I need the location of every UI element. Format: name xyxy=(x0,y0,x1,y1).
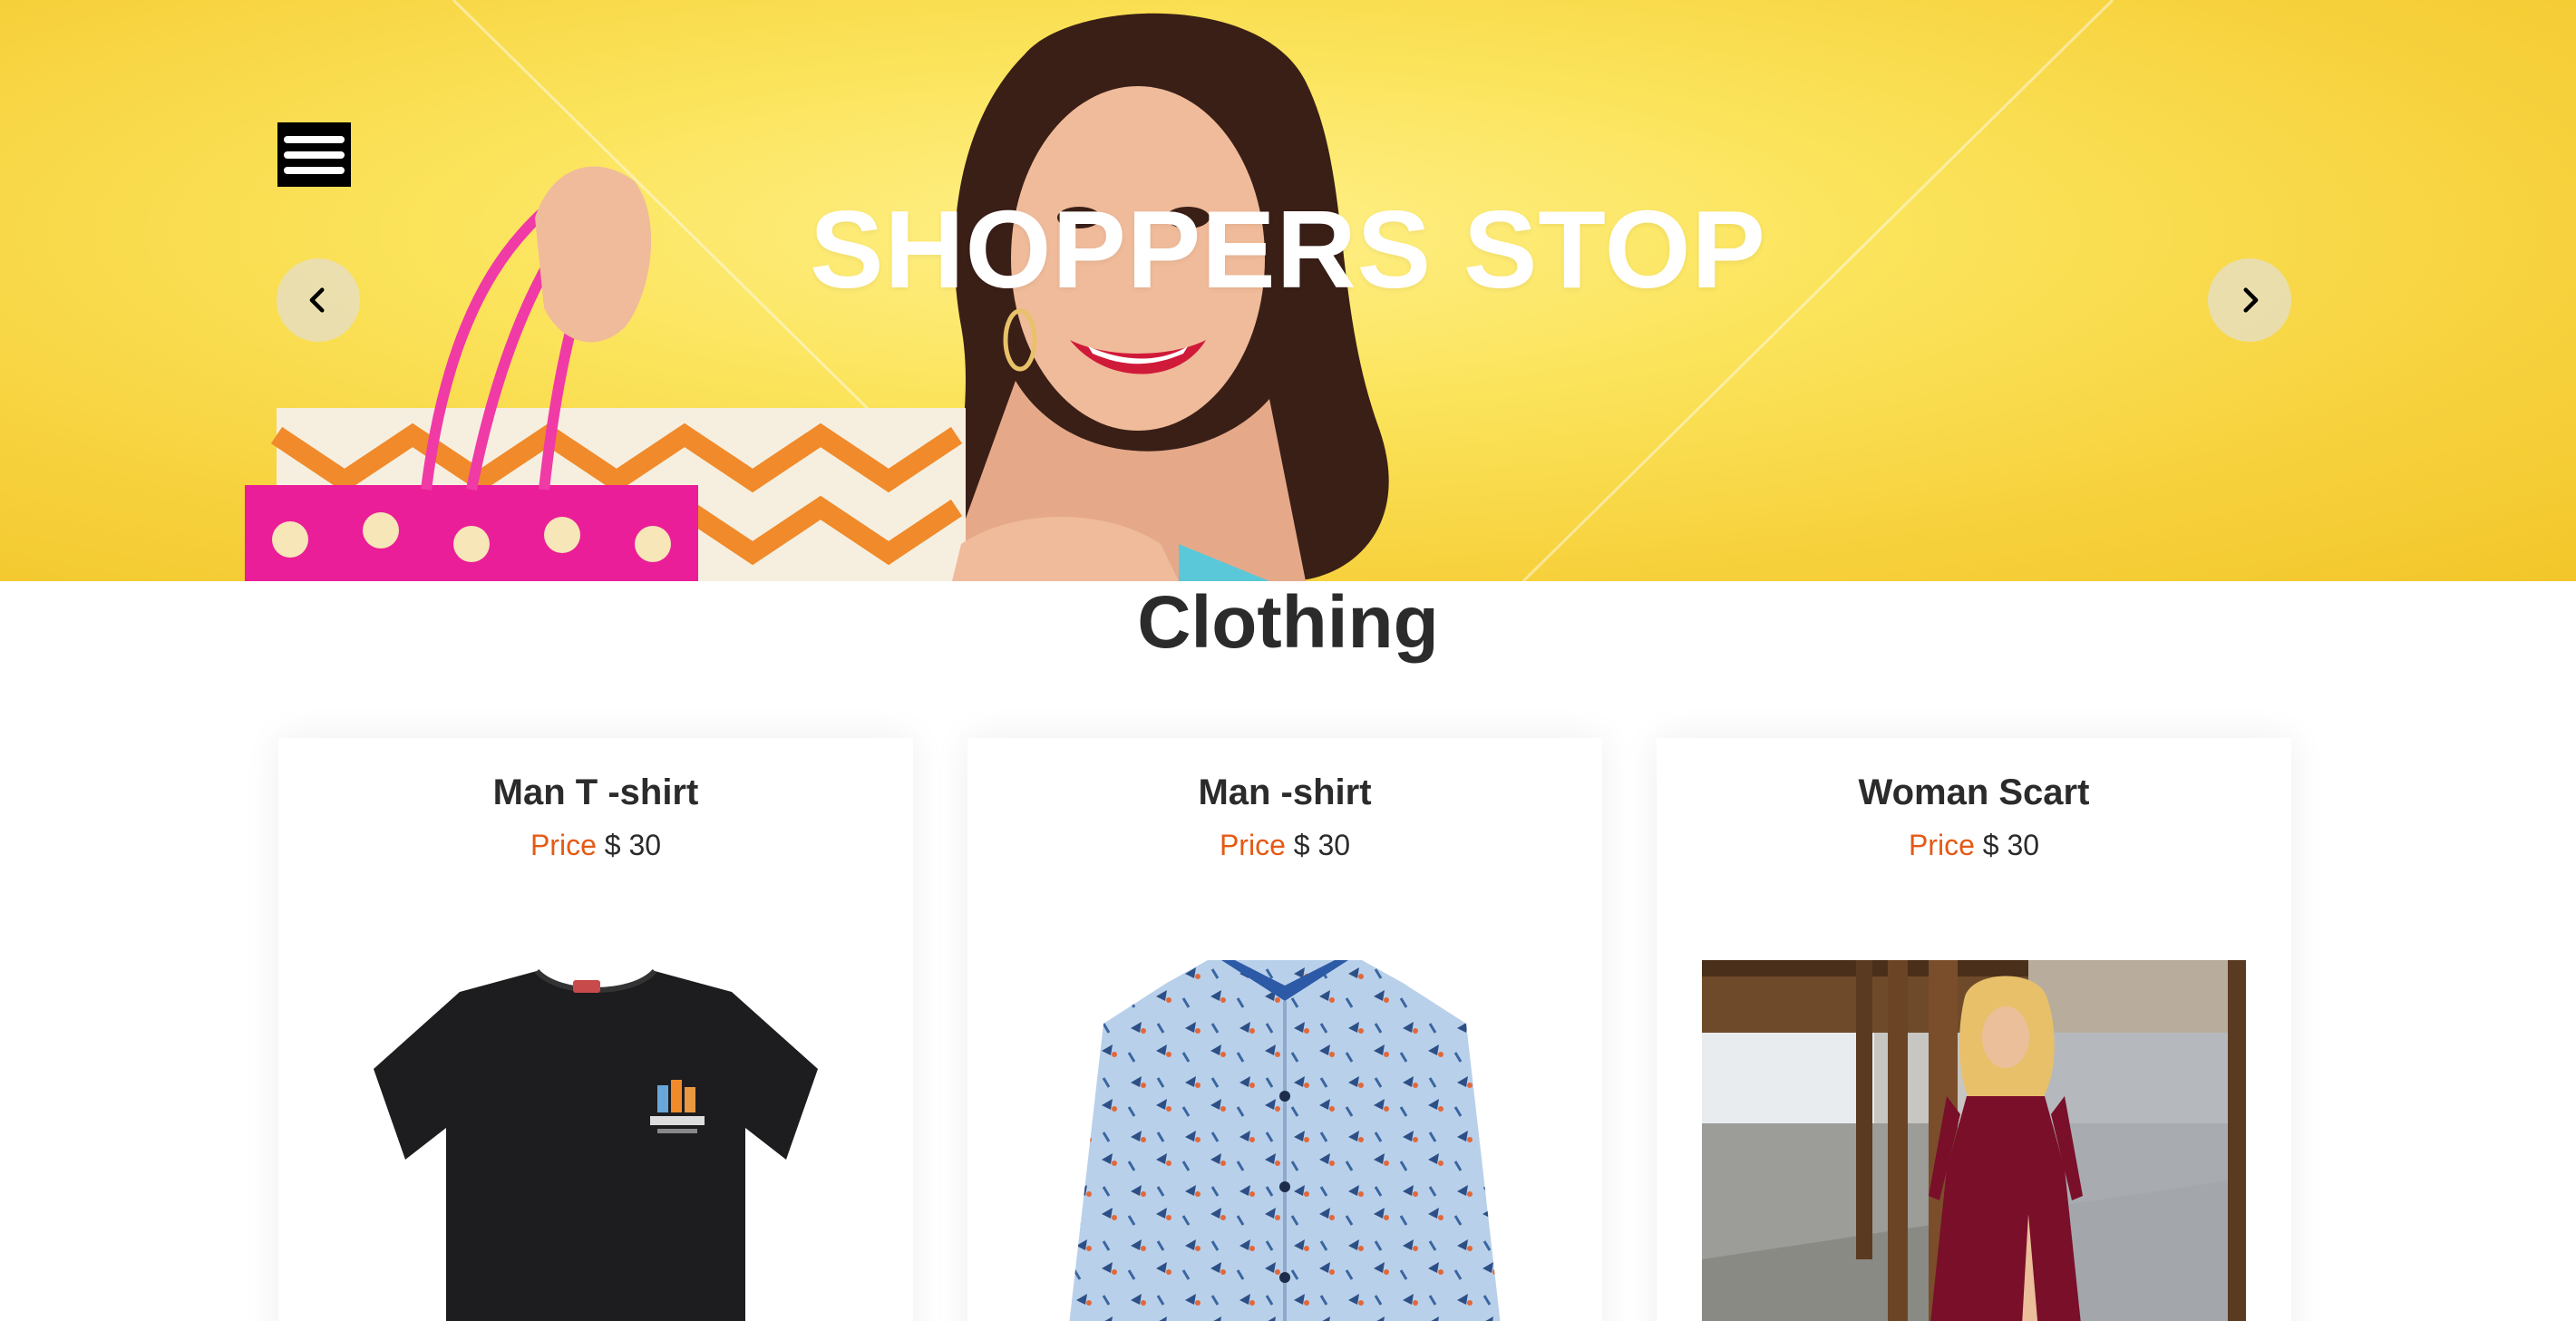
menu-bar xyxy=(284,166,345,174)
product-card[interactable]: Man -shirt Price $ 30 xyxy=(967,738,1602,1321)
product-name: Man T -shirt xyxy=(492,772,699,812)
menu-bar xyxy=(284,151,345,159)
product-card[interactable]: Woman Scart Price $ 30 xyxy=(1657,738,2291,1321)
product-card[interactable]: Man T -shirt Price $ 30 xyxy=(278,738,913,1321)
page: SHOPPERS STOP Clothing Man T -shirt Pric… xyxy=(0,0,2576,1321)
printed-blue-shirt-image[interactable] xyxy=(1013,960,1557,1321)
price-label: Price xyxy=(530,829,597,861)
hero-banner: SHOPPERS STOP xyxy=(0,0,2576,581)
slider-next-button[interactable] xyxy=(2208,258,2291,342)
product-price: Price $ 30 xyxy=(967,829,1602,862)
menu-bar xyxy=(284,135,345,143)
product-price: Price $ 30 xyxy=(278,829,913,862)
chevron-right-icon xyxy=(2243,287,2259,313)
section-title: Clothing xyxy=(1137,581,1439,664)
hero-title: SHOPPERS STOP xyxy=(810,188,1766,311)
black-t-shirt-image[interactable] xyxy=(324,960,868,1321)
product-name: Woman Scart xyxy=(1858,772,2090,812)
price-value: $ 30 xyxy=(1982,829,2040,861)
product-name: Man -shirt xyxy=(1198,772,1372,812)
product-price: Price $ 30 xyxy=(1657,829,2291,862)
price-value: $ 30 xyxy=(1293,829,1351,861)
chevron-left-icon xyxy=(309,287,325,313)
woman-red-dress-image[interactable] xyxy=(1702,960,2246,1321)
slider-prev-button[interactable] xyxy=(277,258,360,342)
price-label: Price xyxy=(1908,829,1975,861)
price-value: $ 30 xyxy=(604,829,662,861)
price-label: Price xyxy=(1219,829,1286,861)
hamburger-menu-button[interactable] xyxy=(277,122,351,187)
